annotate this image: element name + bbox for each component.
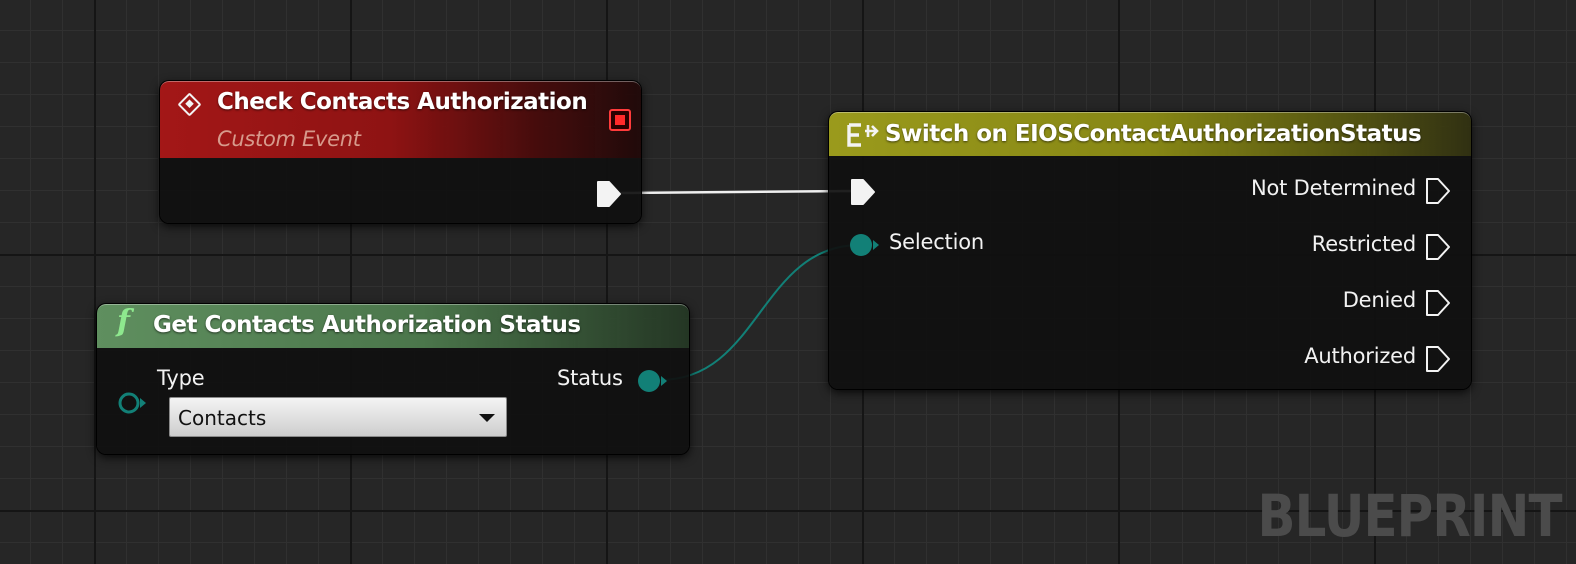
function-title: Get Contacts Authorization Status xyxy=(153,312,581,338)
switch-enum-icon xyxy=(847,123,879,147)
output-denied-label: Denied xyxy=(1342,288,1416,312)
custom-event-node[interactable]: Check Contacts Authorization Custom Even… xyxy=(160,81,641,223)
output-not-determined-label: Not Determined xyxy=(1250,176,1416,200)
exec-output-denied-icon[interactable] xyxy=(1425,289,1451,317)
exec-output-restricted-icon[interactable] xyxy=(1425,233,1451,261)
selection-label: Selection xyxy=(889,230,984,254)
type-input-pin-icon[interactable] xyxy=(117,391,147,415)
type-input-label: Type xyxy=(157,366,205,390)
switch-on-enum-node[interactable]: Switch on EIOSContactAuthorizationStatus… xyxy=(829,112,1471,389)
switch-header[interactable]: Switch on EIOSContactAuthorizationStatus xyxy=(829,112,1471,156)
exec-output-authorized-icon[interactable] xyxy=(1425,345,1451,373)
custom-event-header[interactable]: Check Contacts Authorization Custom Even… xyxy=(160,81,641,158)
exec-input-pin-icon[interactable] xyxy=(850,178,876,206)
output-authorized-label: Authorized xyxy=(1304,344,1416,368)
status-output-label: Status xyxy=(557,366,623,390)
custom-event-icon xyxy=(177,92,202,117)
exec-wire[interactable] xyxy=(619,189,856,195)
function-icon: f xyxy=(117,304,130,339)
exec-output-not-determined-icon[interactable] xyxy=(1425,177,1451,205)
type-dropdown-value: Contacts xyxy=(178,406,267,430)
blueprint-watermark: BLUEPRINT xyxy=(1257,482,1563,550)
status-output-pin-icon[interactable] xyxy=(637,368,669,394)
event-subtitle: Custom Event xyxy=(217,127,361,151)
get-authorization-status-node[interactable]: f Get Contacts Authorization Status Type… xyxy=(97,304,689,454)
output-restricted-label: Restricted xyxy=(1311,232,1416,256)
function-header[interactable]: f Get Contacts Authorization Status xyxy=(97,304,689,348)
event-title: Check Contacts Authorization xyxy=(217,89,588,115)
chevron-down-icon xyxy=(479,414,495,422)
switch-title: Switch on EIOSContactAuthorizationStatus xyxy=(885,121,1422,147)
selection-input-pin-icon[interactable] xyxy=(849,232,881,258)
exec-output-pin-icon[interactable] xyxy=(596,180,622,208)
type-dropdown[interactable]: Contacts xyxy=(169,397,507,437)
breakpoint-stop-icon[interactable] xyxy=(609,109,631,131)
